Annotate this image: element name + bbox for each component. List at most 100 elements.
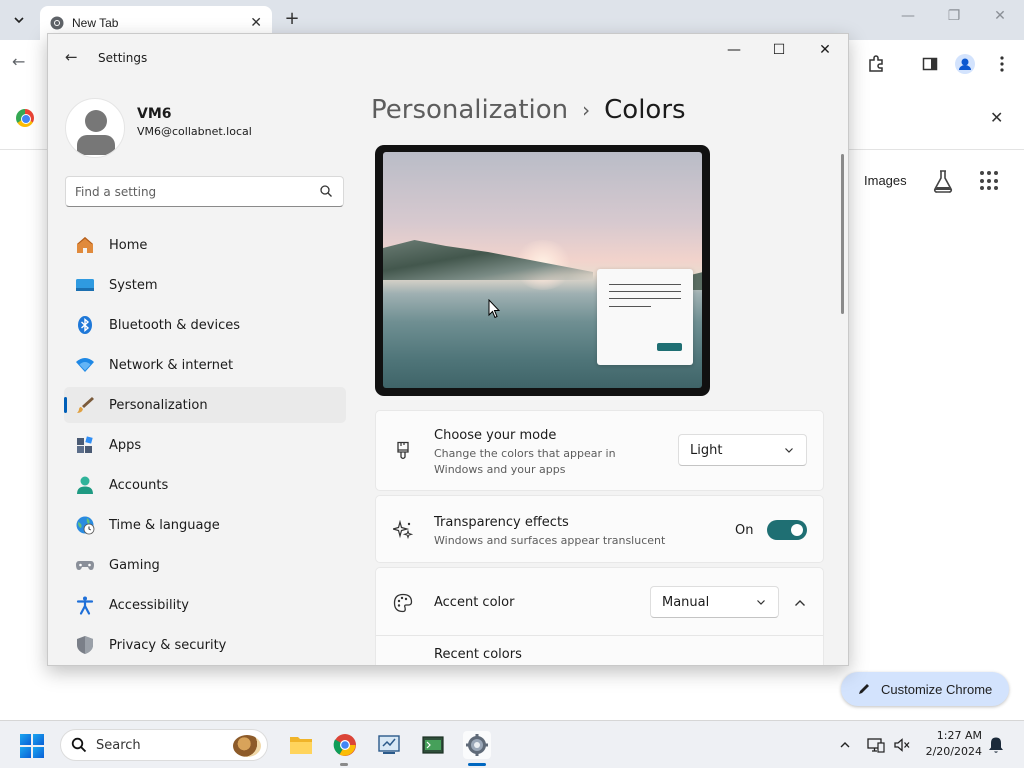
settings-taskbar-icon[interactable] [463, 731, 491, 759]
chrome-running-indicator [340, 763, 348, 766]
profile-avatar-icon[interactable] [955, 54, 975, 74]
breadcrumb-separator: › [582, 98, 591, 122]
find-setting-search-box[interactable] [65, 176, 344, 207]
transparency-title: Transparency effects [434, 515, 569, 530]
nav-label: Gaming [109, 557, 160, 573]
nav-item-privacy-security[interactable]: Privacy & security [64, 627, 346, 663]
nav-item-personalization[interactable]: Personalization [64, 387, 346, 423]
notification-bell-icon[interactable] [986, 735, 1006, 755]
start-button[interactable] [20, 734, 44, 758]
info-bar-close-icon[interactable]: ✕ [990, 108, 1003, 127]
nav-label: Accounts [109, 477, 169, 493]
accent-color-card: Accent color Manual Recent colors [375, 567, 824, 665]
content-scrollbar[interactable] [841, 154, 844, 314]
nav-item-time-language[interactable]: Time & language [64, 507, 346, 543]
sparkle-icon [393, 520, 413, 540]
customize-chrome-button[interactable]: Customize Chrome [841, 672, 1009, 706]
taskbar-clock-time[interactable]: 1:27 AM [932, 729, 982, 742]
breadcrumb: Personalization › Colors [371, 92, 686, 128]
taskbar: Search [0, 720, 1024, 768]
browser-minimize-button[interactable]: — [898, 8, 918, 24]
browser-restore-button[interactable]: ❐ [944, 8, 964, 24]
search-highlight-icon [233, 735, 261, 757]
tab-title: New Tab [72, 16, 119, 30]
accent-dropdown-value: Manual [662, 594, 710, 610]
transparency-toggle-state: On [735, 523, 754, 538]
volume-muted-icon[interactable] [892, 735, 912, 755]
show-hidden-icons-chevron-up-icon[interactable] [835, 735, 855, 755]
settings-active-indicator [468, 763, 486, 766]
chevron-down-icon [785, 448, 793, 453]
nav-label: Apps [109, 437, 142, 453]
nav-label: System [109, 277, 158, 293]
nav-label: Accessibility [109, 597, 189, 613]
palette-icon [393, 593, 413, 613]
nav-item-bluetooth[interactable]: Bluetooth & devices [64, 307, 346, 343]
extensions-puzzle-icon[interactable] [866, 54, 886, 74]
recent-colors-label: Recent colors [434, 647, 522, 662]
network-icon [74, 354, 96, 376]
chrome-taskbar-icon[interactable] [331, 731, 359, 759]
settings-window-title: Settings [98, 51, 148, 65]
wallpaper-preview-image [383, 152, 702, 388]
mode-dropdown[interactable]: Light [678, 434, 807, 466]
nav-item-accounts[interactable]: Accounts [64, 467, 346, 503]
apps-icon [74, 434, 96, 456]
tab-close-icon[interactable]: ✕ [250, 15, 262, 31]
nav-item-system[interactable]: System [64, 267, 346, 303]
nav-item-accessibility[interactable]: Accessibility [64, 587, 346, 623]
file-explorer-icon[interactable] [287, 731, 315, 759]
settings-maximize-button[interactable]: ☐ [766, 42, 792, 60]
profile-avatar[interactable] [65, 98, 125, 158]
accent-color-dropdown[interactable]: Manual [650, 586, 779, 618]
mouse-cursor-icon [488, 299, 500, 319]
settings-minimize-button[interactable]: — [721, 42, 747, 60]
nav-item-home[interactable]: Home [64, 227, 346, 263]
settings-close-button[interactable]: ✕ [812, 42, 838, 60]
browser-back-icon[interactable]: ← [12, 52, 25, 71]
nav-label: Bluetooth & devices [109, 317, 240, 333]
google-apps-grid-icon[interactable] [980, 171, 1000, 191]
taskbar-search-label: Search [96, 737, 141, 753]
accessibility-icon [74, 594, 96, 616]
find-setting-input[interactable] [75, 183, 305, 201]
nav-label: Network & internet [109, 357, 234, 373]
settings-window: ← Settings — ☐ ✕ VM6 VM6@collabnet.local… [47, 33, 849, 666]
ntp-images-link[interactable]: Images [864, 173, 907, 188]
breadcrumb-parent[interactable]: Personalization [371, 95, 568, 125]
settings-back-icon[interactable]: ← [65, 48, 78, 66]
nav-item-gaming[interactable]: Gaming [64, 547, 346, 583]
home-icon [74, 234, 96, 256]
browser-close-button[interactable]: ✕ [990, 8, 1010, 24]
preview-window-sample [597, 269, 693, 365]
task-app-icon[interactable] [375, 731, 403, 759]
paintbrush-icon [393, 441, 413, 461]
nav-label: Personalization [109, 397, 208, 413]
new-tab-button[interactable]: + [282, 8, 302, 30]
chevron-down-icon [14, 17, 24, 24]
transparency-toggle[interactable] [767, 520, 807, 540]
search-icon [320, 185, 332, 197]
settings-nav: Home System Bluetooth & devices Network … [64, 227, 346, 665]
choose-mode-description-2: Windows and your apps [434, 463, 566, 476]
accent-color-title: Accent color [434, 595, 515, 610]
taskbar-search-box[interactable]: Search [60, 729, 268, 761]
side-panel-icon[interactable] [920, 54, 940, 74]
labs-flask-icon[interactable] [932, 169, 954, 193]
network-monitor-icon[interactable] [866, 735, 886, 755]
bluetooth-icon [74, 314, 96, 336]
theme-preview [375, 145, 710, 396]
settings-title-bar[interactable]: ← Settings — ☐ ✕ [48, 34, 848, 80]
nav-item-network[interactable]: Network & internet [64, 347, 346, 383]
search-icon [71, 737, 87, 753]
chrome-logo-icon [50, 16, 64, 30]
nav-item-apps[interactable]: Apps [64, 427, 346, 463]
terminal-app-icon[interactable] [419, 731, 447, 759]
preview-accent-sample [657, 343, 682, 351]
more-menu-icon[interactable] [992, 54, 1012, 74]
gaming-icon [74, 554, 96, 576]
tab-search-button[interactable] [6, 7, 32, 33]
taskbar-clock-date[interactable]: 2/20/2024 [922, 745, 982, 758]
collapse-chevron-up-icon[interactable] [793, 595, 807, 609]
pencil-icon [859, 684, 869, 694]
